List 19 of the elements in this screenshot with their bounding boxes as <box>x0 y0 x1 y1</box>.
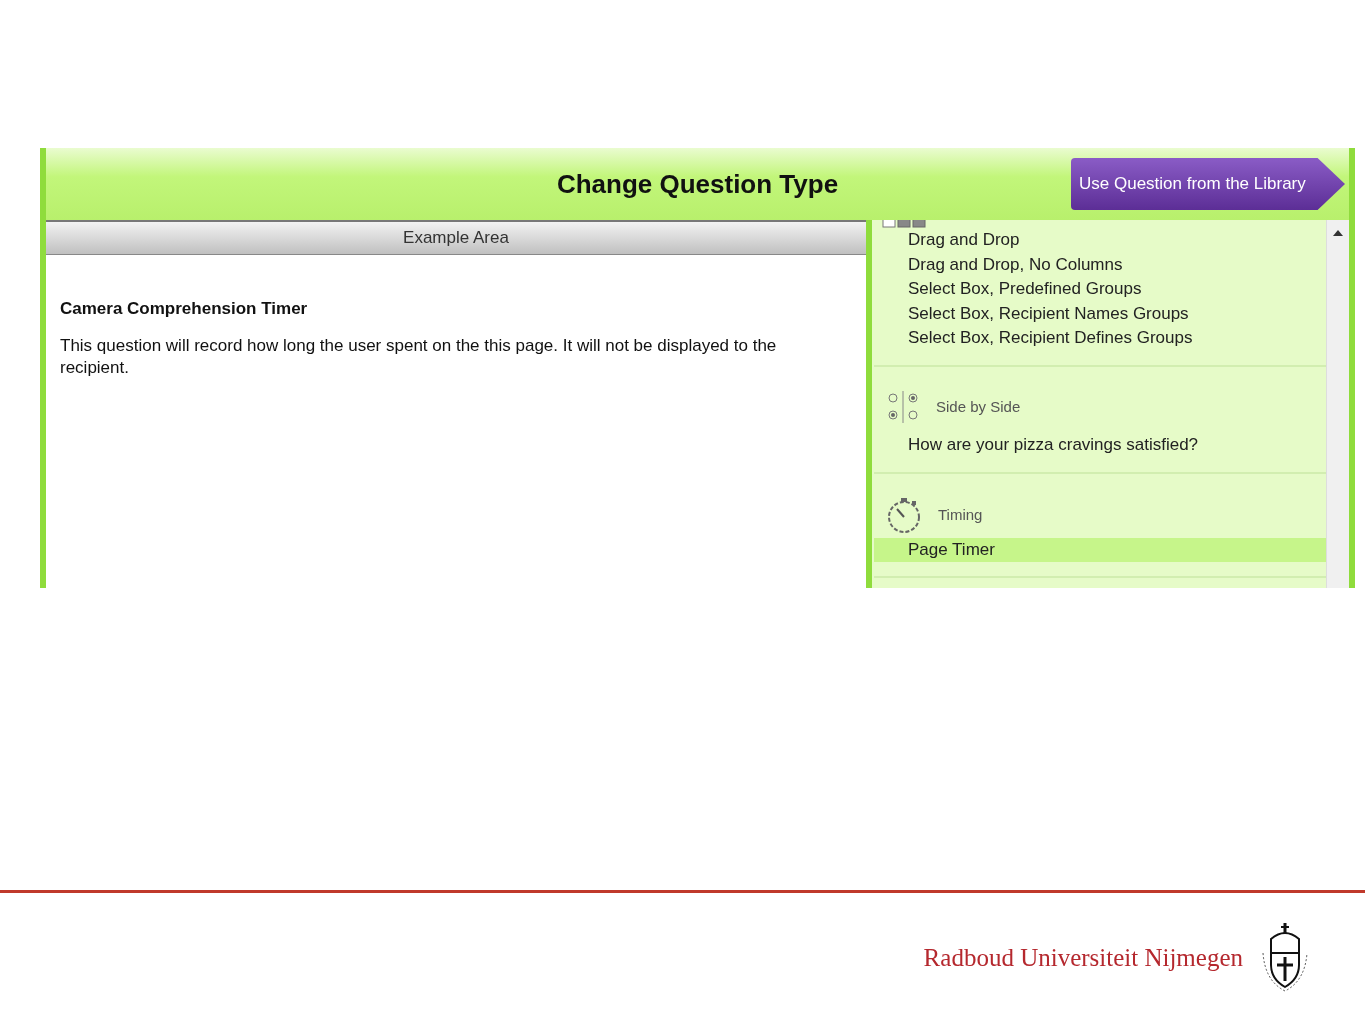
question-type-item[interactable]: Select Box, Predefined Groups <box>874 277 1326 302</box>
question-type-item[interactable]: Select Box, Recipient Defines Groups <box>874 326 1326 351</box>
question-description: This question will record how long the user spent on the this page. It will not be displayed to the recipient. <box>60 335 778 379</box>
stopwatch-icon <box>886 495 922 534</box>
scrollbar[interactable] <box>1326 220 1349 588</box>
question-title: Camera Comprehension Timer <box>60 299 309 319</box>
question-type-item[interactable]: Select Box, Recipient Names Groups <box>874 301 1326 327</box>
panel-heading: Example Area <box>46 220 866 255</box>
scroll-up-icon[interactable] <box>1333 230 1343 236</box>
category-label: Timing <box>938 506 983 524</box>
question-type-item[interactable]: Page Timer <box>874 537 1326 563</box>
question-type-item[interactable]: Drag and Drop, No Columns <box>874 252 1326 278</box>
category-label: Side by Side <box>936 398 1021 416</box>
library-button[interactable]: Use Question from the Library <box>1071 158 1345 210</box>
radio-columns-icon <box>886 388 920 425</box>
question-type-item[interactable]: Drag and Drop <box>874 228 1326 253</box>
university-name: Radboud Universiteit Nijmegen <box>923 944 1243 972</box>
dialog-title: Change Question Type <box>556 168 839 200</box>
question-type-item[interactable]: How are your pizza cravings satisfied? <box>874 428 1326 458</box>
